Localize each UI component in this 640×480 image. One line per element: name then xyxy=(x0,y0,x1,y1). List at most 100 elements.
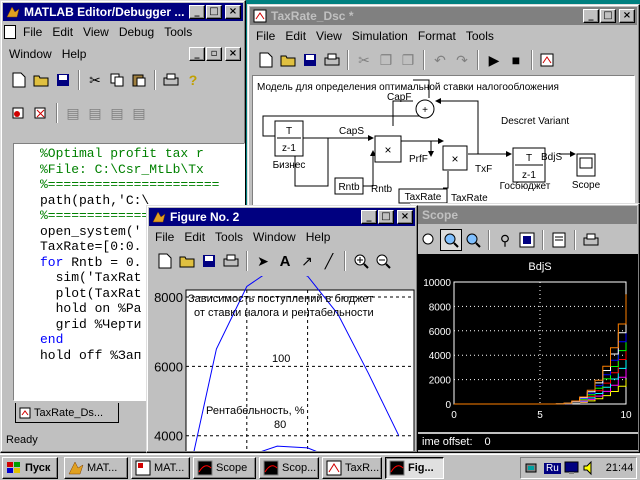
figure-window: Figure No. 2 _ □ × File Edit Tools Windo… xyxy=(146,205,418,453)
copy-icon[interactable]: ❐ xyxy=(375,49,397,71)
zoom-y-icon[interactable] xyxy=(462,229,484,251)
menu-window[interactable]: Window xyxy=(248,230,301,244)
zoom-out-icon[interactable] xyxy=(372,250,394,272)
language-indicator[interactable]: Ru xyxy=(544,462,561,474)
menu-tools[interactable]: Tools xyxy=(461,29,499,43)
maximize-icon[interactable]: □ xyxy=(206,5,222,19)
figure-canvas[interactable]: 8000 6000 4000 Зависимость поступлений в бю… xyxy=(150,265,416,452)
simulink-titlebar[interactable]: TaxRate_Dsc * xyxy=(250,7,637,25)
new-model-icon[interactable] xyxy=(255,49,277,71)
doc-minimize-icon[interactable]: _ xyxy=(189,47,205,61)
undo-icon[interactable]: ↶ xyxy=(429,49,451,71)
print-icon[interactable] xyxy=(580,229,602,251)
menu-edit[interactable]: Edit xyxy=(47,25,78,39)
close-icon[interactable]: × xyxy=(397,210,413,224)
simulink-window: TaxRate_Dsc * _ □ × File Edit View Simul… xyxy=(247,4,640,220)
zoom-in-icon[interactable] xyxy=(350,250,372,272)
figure-y-tick: 4000 xyxy=(154,429,183,444)
minimize-icon[interactable]: _ xyxy=(583,9,599,23)
menu-tools[interactable]: Tools xyxy=(159,25,197,39)
stop-simulation-icon[interactable]: ■ xyxy=(505,49,527,71)
doc-close-icon[interactable]: × xyxy=(225,47,241,61)
clear-breakpoint-icon[interactable] xyxy=(30,102,52,124)
taskbar-scope-1[interactable]: Scope xyxy=(193,457,256,479)
insert-arrow-icon[interactable]: ↗ xyxy=(296,250,318,272)
insert-text-icon[interactable]: A xyxy=(274,250,296,272)
menu-window[interactable]: Window xyxy=(4,47,57,61)
paste-icon[interactable] xyxy=(128,69,150,91)
taskbar-taxrate[interactable]: TaxR... xyxy=(322,457,382,479)
save-icon[interactable] xyxy=(198,250,220,272)
scope-plot-area[interactable]: BdjS 10000 8000 6000 4000 2000 0 0 5 10 xyxy=(414,254,638,432)
doc-restore-icon[interactable]: ▫ xyxy=(206,47,222,61)
tab-taxrate[interactable]: TaxRate_Ds... xyxy=(15,403,119,423)
minimize-icon[interactable]: _ xyxy=(189,5,205,19)
menu-simulation[interactable]: Simulation xyxy=(347,29,413,43)
library-browser-icon[interactable] xyxy=(537,49,559,71)
model-canvas[interactable]: T z-1 Бизнес CapS + CapF Descret Variant… xyxy=(252,75,635,217)
menu-format[interactable]: Format xyxy=(413,29,461,43)
menu-edit[interactable]: Edit xyxy=(179,230,210,244)
menu-edit[interactable]: Edit xyxy=(280,29,311,43)
menu-file[interactable]: File xyxy=(18,25,47,39)
step-icon[interactable]: ▤ xyxy=(62,102,84,124)
new-file-icon[interactable] xyxy=(8,69,30,91)
continue-icon[interactable]: ▤ xyxy=(128,102,150,124)
close-icon[interactable]: × xyxy=(225,5,241,19)
save-icon[interactable] xyxy=(52,69,74,91)
copy-icon[interactable] xyxy=(106,69,128,91)
save-axes-icon[interactable] xyxy=(516,229,538,251)
taskbar-scope-2[interactable]: Scop... xyxy=(259,457,319,479)
print-icon[interactable] xyxy=(160,69,182,91)
code-line[interactable]: %File: C:\Csr_MtLb\Tx xyxy=(40,162,244,178)
monitor-icon[interactable] xyxy=(564,460,580,476)
maximize-icon[interactable]: □ xyxy=(600,9,616,23)
network-icon[interactable] xyxy=(525,460,541,476)
close-icon[interactable]: × xyxy=(619,9,635,23)
speaker-icon[interactable] xyxy=(582,460,596,476)
open-folder-icon[interactable] xyxy=(176,250,198,272)
menu-help[interactable]: Help xyxy=(57,47,92,61)
menu-help[interactable]: Help xyxy=(301,230,336,244)
redo-icon[interactable]: ↷ xyxy=(451,49,473,71)
menu-file[interactable]: File xyxy=(251,29,280,43)
zoom-x-icon[interactable] xyxy=(440,229,462,251)
new-figure-icon[interactable] xyxy=(154,250,176,272)
step-out-icon[interactable]: ▤ xyxy=(106,102,128,124)
start-button[interactable]: Пуск xyxy=(2,457,58,479)
insert-line-icon[interactable]: ╱ xyxy=(318,250,340,272)
menu-debug[interactable]: Debug xyxy=(114,25,159,39)
taskbar-matlab-1[interactable]: MAT... xyxy=(64,457,128,479)
menu-view[interactable]: View xyxy=(311,29,347,43)
menu-file[interactable]: File xyxy=(150,230,179,244)
code-line[interactable]: %====================== xyxy=(40,177,244,193)
cut-icon[interactable]: ✂ xyxy=(84,69,106,91)
scope-titlebar[interactable]: Scope xyxy=(413,206,637,224)
maximize-icon[interactable]: □ xyxy=(378,210,394,224)
select-arrow-icon[interactable]: ➤ xyxy=(252,250,274,272)
binoculars-icon[interactable]: ⚲ xyxy=(494,229,516,251)
simulink-menubar: File Edit View Simulation Format Tools xyxy=(251,27,636,45)
parameters-icon[interactable] xyxy=(548,229,570,251)
save-icon[interactable] xyxy=(299,49,321,71)
open-folder-icon[interactable] xyxy=(277,49,299,71)
set-breakpoint-icon[interactable] xyxy=(8,102,30,124)
scope-y-tick: 4000 xyxy=(429,351,452,362)
editor-icon xyxy=(135,460,151,476)
open-folder-icon[interactable] xyxy=(30,69,52,91)
zoom-xy-icon[interactable] xyxy=(418,229,440,251)
step-in-icon[interactable]: ▤ xyxy=(84,102,106,124)
taskbar-figure[interactable]: Fig... xyxy=(385,457,444,479)
menu-tools[interactable]: Tools xyxy=(210,230,248,244)
minimize-icon[interactable]: _ xyxy=(361,210,377,224)
code-line[interactable]: %Optimal profit tax r xyxy=(40,146,244,162)
taskbar-matlab-2[interactable]: MAT... xyxy=(131,457,190,479)
print-icon[interactable] xyxy=(220,250,242,272)
start-simulation-icon[interactable]: ▶ xyxy=(483,49,505,71)
paste-icon[interactable]: ❐ xyxy=(397,49,419,71)
cut-icon[interactable]: ✂ xyxy=(353,49,375,71)
figure-title: Figure No. 2 xyxy=(170,210,240,224)
menu-view[interactable]: View xyxy=(78,25,114,39)
help-icon[interactable]: ? xyxy=(182,69,204,91)
print-icon[interactable] xyxy=(321,49,343,71)
